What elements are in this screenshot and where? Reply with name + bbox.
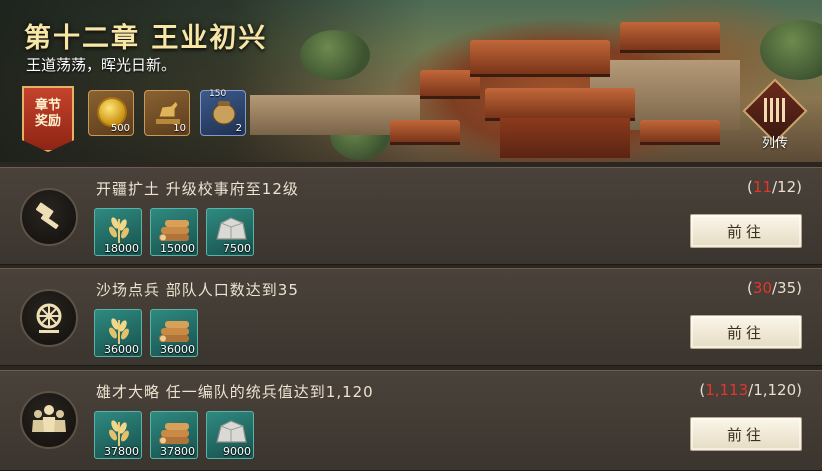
reward-grain[interactable]: 18000 xyxy=(94,208,142,256)
stone-icon xyxy=(216,420,247,443)
chapter-title: 第十二章 王业初兴 xyxy=(24,23,268,54)
reward-wood[interactable]: 15000 xyxy=(150,208,198,256)
go-button[interactable]: 前往 xyxy=(690,214,802,248)
task-name: 开疆扩土 升级校事府至12级 xyxy=(96,180,299,198)
hammer-icon xyxy=(35,202,59,229)
wood-icon xyxy=(159,423,189,444)
reward-amount: 2 xyxy=(235,123,242,134)
task-row: 沙场点兵 部队人口数达到35 (30/35) 36000 36000 前往 xyxy=(0,268,822,366)
scenery-tree xyxy=(760,20,822,80)
chapter-banner: 第十二章 王业初兴 王道荡荡，晖光日新。 章节 奖励 500 10 150 2 … xyxy=(0,0,822,162)
progress-total: /35) xyxy=(772,279,802,297)
wheel-icon xyxy=(36,303,62,333)
task-progress: (30/35) xyxy=(747,279,802,297)
task-row: 开疆扩土 升级校事府至12级 (11/12) 18000 15000 7500 … xyxy=(0,167,822,265)
task-progress: (1,113/1,120) xyxy=(699,381,802,399)
task-icon-frame xyxy=(20,391,78,449)
supply-box-icon xyxy=(212,101,236,125)
reward-amount: 36000 xyxy=(160,343,195,356)
scroll-icon xyxy=(764,98,786,122)
grain-icon xyxy=(109,420,129,446)
soldiers-icon xyxy=(32,405,66,432)
reward-stone[interactable]: 9000 xyxy=(206,411,254,459)
reward-amount: 18000 xyxy=(104,242,139,255)
task-name: 雄才大略 任一编队的统兵值达到1,120 xyxy=(96,383,374,401)
reward-amount: 15000 xyxy=(160,242,195,255)
reward-gold-coin[interactable]: 500 xyxy=(88,90,134,136)
reward-stone[interactable]: 7500 xyxy=(206,208,254,256)
reward-bronze-horse[interactable]: 10 xyxy=(144,90,190,136)
scenery-tree xyxy=(300,30,370,80)
reward-wood[interactable]: 36000 xyxy=(150,309,198,357)
task-row: 雄才大略 任一编队的统兵值达到1,120 (1,113/1,120) 37800… xyxy=(0,370,822,471)
progress-total: /12) xyxy=(772,178,802,196)
scenery-roof xyxy=(470,40,610,74)
progress-current: 11 xyxy=(752,178,772,196)
go-button[interactable]: 前往 xyxy=(690,417,802,451)
scenery-roof xyxy=(640,120,720,142)
reward-amount: 500 xyxy=(110,123,130,134)
progress-total: /1,120) xyxy=(748,381,802,399)
task-name: 沙场点兵 部队人口数达到35 xyxy=(96,281,299,299)
reward-grain[interactable]: 36000 xyxy=(94,309,142,357)
reward-amount: 37800 xyxy=(104,445,139,458)
reward-amount: 37800 xyxy=(160,445,195,458)
scenery-roof xyxy=(485,88,635,118)
reward-amount: 9000 xyxy=(223,445,251,458)
scenery-hall xyxy=(500,118,630,158)
task-icon-frame xyxy=(20,188,78,246)
reward-amount: 10 xyxy=(173,123,186,134)
go-button[interactable]: 前往 xyxy=(690,315,802,349)
grain-icon xyxy=(109,217,129,243)
progress-current: 1,113 xyxy=(705,381,749,399)
reward-amount: 7500 xyxy=(223,242,251,255)
reward-wood[interactable]: 37800 xyxy=(150,411,198,459)
wood-icon xyxy=(159,220,189,241)
task-progress: (11/12) xyxy=(747,178,802,196)
biography-label: 列传 xyxy=(761,136,788,151)
scenery-roof xyxy=(620,22,720,50)
chapter-reward-label: 章节 奖励 xyxy=(34,98,61,129)
stone-icon xyxy=(216,217,247,240)
grain-icon xyxy=(109,318,129,344)
reward-amount: 36000 xyxy=(104,343,139,356)
wood-icon xyxy=(159,321,189,342)
reward-supply-box[interactable]: 150 2 xyxy=(200,89,246,136)
biography-button[interactable]: 列传 xyxy=(742,78,808,151)
reward-grain[interactable]: 37800 xyxy=(94,411,142,459)
chapter-subtitle: 王道荡荡，晖光日新。 xyxy=(26,56,177,74)
progress-current: 30 xyxy=(752,279,772,297)
scenery-roof xyxy=(390,120,460,142)
task-icon-frame xyxy=(20,289,78,347)
chapter-reward-ribbon: 章节 奖励 xyxy=(22,86,74,152)
